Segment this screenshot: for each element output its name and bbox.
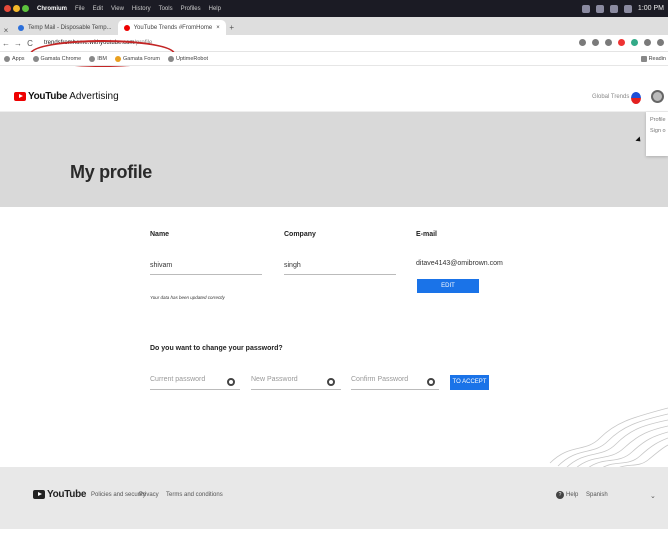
decorative-waves bbox=[549, 407, 668, 468]
footer-link-policies[interactable]: Policies and security bbox=[91, 492, 146, 498]
extension-icon[interactable] bbox=[579, 39, 586, 46]
company-label: Company bbox=[284, 231, 316, 238]
global-trends-link[interactable]: Global Trends bbox=[592, 94, 629, 100]
tab-label: YouTube Trends #FromHome bbox=[133, 24, 213, 31]
profile-dropdown: Profile Sign o bbox=[646, 112, 668, 156]
menubar-status-area: 1:00 PM bbox=[581, 0, 664, 17]
youtube-play-icon bbox=[14, 92, 26, 101]
show-password-icon[interactable] bbox=[327, 378, 335, 386]
reload-icon[interactable]: C bbox=[24, 39, 36, 48]
accept-button[interactable]: TO ACCEPT bbox=[450, 375, 489, 390]
current-password-placeholder: Current password bbox=[150, 376, 206, 383]
menu-tools[interactable]: Tools bbox=[159, 6, 173, 12]
star-icon[interactable] bbox=[605, 39, 612, 46]
help-icon[interactable]: ? bbox=[556, 491, 564, 499]
tab-strip: × Temp Mail - Disposable Temp... YouTube… bbox=[0, 17, 668, 35]
menu-app-name[interactable]: Chromium bbox=[37, 6, 67, 12]
email-label: E-mail bbox=[416, 231, 438, 238]
avatar[interactable] bbox=[651, 90, 664, 103]
wifi-icon[interactable] bbox=[609, 4, 618, 13]
footer-logo-word: YouTube bbox=[47, 489, 87, 500]
reading-list-icon bbox=[640, 55, 647, 62]
youtube-advertising-logo[interactable]: YouTube Advertising bbox=[14, 91, 119, 102]
extension-icons bbox=[579, 39, 664, 46]
window-minimize-icon[interactable] bbox=[13, 5, 20, 12]
tab-favicon bbox=[18, 24, 24, 31]
close-window-icon[interactable]: × bbox=[0, 26, 12, 35]
footer-link-terms[interactable]: Terms and conditions bbox=[166, 492, 223, 498]
menu-profiles[interactable]: Profiles bbox=[181, 6, 201, 12]
company-field[interactable]: singh bbox=[284, 261, 396, 275]
window-zoom-icon[interactable] bbox=[22, 5, 29, 12]
email-value: ditave4143@omibrown.com bbox=[416, 260, 503, 267]
bookmark-favicon bbox=[114, 55, 121, 62]
key-icon[interactable] bbox=[592, 39, 599, 46]
youtube-favicon bbox=[123, 24, 130, 31]
youtube-play-icon bbox=[33, 490, 45, 499]
apple-icon bbox=[4, 5, 11, 12]
clock[interactable]: 1:00 PM bbox=[638, 5, 664, 12]
puzzle-icon[interactable] bbox=[644, 39, 651, 46]
apps-icon bbox=[4, 55, 10, 62]
screen: Chromium File Edit View History Tools Pr… bbox=[0, 0, 668, 550]
status-icon[interactable] bbox=[595, 4, 604, 13]
page-title: My profile bbox=[70, 162, 153, 182]
dropdown-profile[interactable]: Profile bbox=[646, 112, 668, 123]
bookmark-favicon bbox=[32, 55, 39, 62]
system-menubar: Chromium File Edit View History Tools Pr… bbox=[0, 0, 668, 17]
forward-icon[interactable]: → bbox=[12, 39, 24, 48]
menu-help[interactable]: Help bbox=[209, 6, 221, 12]
show-password-icon[interactable] bbox=[427, 378, 435, 386]
show-password-icon[interactable] bbox=[227, 378, 235, 386]
new-tab-icon[interactable]: + bbox=[226, 23, 238, 32]
country-flag-icon[interactable] bbox=[631, 92, 641, 104]
bookmark-item[interactable]: Gamata Forum bbox=[114, 55, 160, 62]
bookmark-item[interactable]: Gamata Chrome bbox=[32, 55, 81, 62]
reading-list[interactable]: Readin bbox=[640, 55, 666, 62]
chevron-down-icon[interactable]: ⌄ bbox=[650, 492, 656, 500]
close-tab-icon[interactable]: × bbox=[216, 25, 220, 31]
footer-youtube-logo[interactable]: YouTube bbox=[33, 489, 87, 500]
logo-word: YouTube bbox=[28, 91, 68, 102]
bookmark-item[interactable]: UptimeRobot bbox=[167, 55, 208, 62]
confirm-password-input[interactable]: Confirm Password bbox=[351, 376, 439, 390]
bookmark-favicon bbox=[89, 55, 96, 62]
saved-confirmation: Your data has been updated correctly bbox=[150, 295, 225, 300]
password-question: Do you want to change your password? bbox=[150, 345, 283, 352]
tab-temp-mail[interactable]: Temp Mail - Disposable Temp... bbox=[12, 20, 118, 35]
dropdown-sign-out[interactable]: Sign o bbox=[646, 123, 668, 134]
menu-file[interactable]: File bbox=[75, 6, 85, 12]
new-password-placeholder: New Password bbox=[251, 376, 298, 383]
bookmark-apps[interactable]: Apps bbox=[4, 55, 25, 62]
logo-suffix: Advertising bbox=[69, 91, 119, 102]
profile-hero: My profile bbox=[0, 112, 668, 207]
menu-edit[interactable]: Edit bbox=[93, 6, 103, 12]
footer-link-privacy[interactable]: Privacy bbox=[139, 492, 159, 498]
name-field[interactable]: shivam bbox=[150, 261, 262, 275]
bookmark-favicon bbox=[167, 55, 174, 62]
extension-icon[interactable] bbox=[631, 39, 638, 46]
menu-history[interactable]: History bbox=[132, 6, 151, 12]
site-header: YouTube Advertising Global Trends bbox=[0, 84, 668, 112]
profile-icon[interactable] bbox=[657, 39, 664, 46]
name-label: Name bbox=[150, 231, 170, 238]
edit-button[interactable]: EDIT bbox=[417, 279, 479, 293]
bookmark-item[interactable]: IBM bbox=[89, 55, 107, 62]
tab-youtube-trends[interactable]: YouTube Trends #FromHome × bbox=[117, 20, 226, 35]
confirm-password-placeholder: Confirm Password bbox=[351, 376, 409, 383]
tab-label: Temp Mail - Disposable Temp... bbox=[28, 24, 112, 31]
menu-view[interactable]: View bbox=[111, 6, 124, 12]
footer-help-link[interactable]: Help bbox=[566, 492, 578, 498]
battery-icon[interactable] bbox=[623, 4, 632, 13]
language-selector[interactable]: Spanish bbox=[586, 492, 608, 498]
bookmarks-bar: Apps Gamata Chrome IBM Gamata Forum Upti… bbox=[0, 52, 668, 66]
site-footer: YouTube Policies and security Privacy Te… bbox=[0, 467, 668, 529]
extension-icon[interactable] bbox=[618, 39, 625, 46]
back-icon[interactable]: ← bbox=[0, 39, 12, 48]
status-icon[interactable] bbox=[581, 4, 590, 13]
